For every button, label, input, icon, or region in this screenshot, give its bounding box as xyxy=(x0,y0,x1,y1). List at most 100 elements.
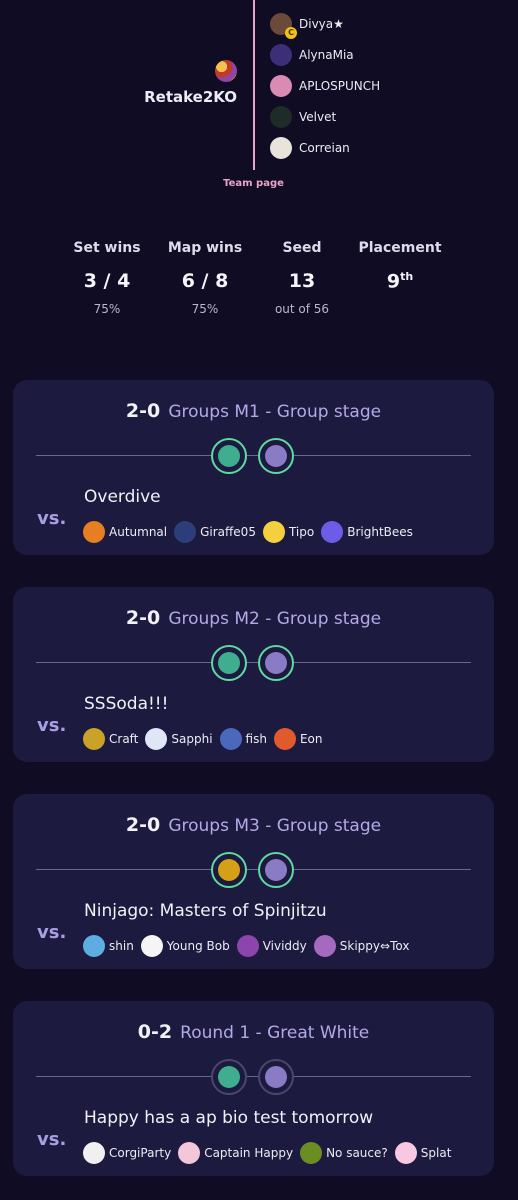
opponent-player[interactable]: Skippy⇔Tox xyxy=(313,935,410,957)
map-result-icon[interactable] xyxy=(258,1059,294,1095)
match-card[interactable]: 2-0 Groups M1 - Group stage vs. Overdive… xyxy=(13,380,494,555)
opponent-roster: CorgiParty Captain Happy No sauce? Splat xyxy=(83,1142,458,1164)
stats-row: Set wins 3 / 4 75% Map wins 6 / 8 75% Se… xyxy=(0,240,518,340)
opponent-player[interactable]: Vividdy xyxy=(236,935,307,957)
avatar xyxy=(300,1142,323,1164)
roster-member[interactable]: APLOSPUNCH xyxy=(270,70,380,101)
map-result-icon[interactable] xyxy=(258,438,294,474)
player-name: Skippy⇔Tox xyxy=(339,939,410,953)
stat-value: 13 xyxy=(288,270,316,292)
map-result-icon[interactable] xyxy=(211,438,247,474)
opponent-player[interactable]: Splat xyxy=(394,1142,452,1164)
player-name: Splat xyxy=(420,1146,452,1160)
avatar xyxy=(219,728,242,750)
opponent-roster: shin Young Bob Vividdy Skippy⇔Tox xyxy=(83,935,416,957)
member-name: Velvet xyxy=(299,109,337,124)
map-icon xyxy=(218,652,240,674)
map-result-icon[interactable] xyxy=(211,852,247,888)
match-round: Round 1 - Great White xyxy=(180,1023,370,1043)
player-name: Craft xyxy=(109,732,139,746)
map-icon xyxy=(265,859,287,881)
player-name: Sapphi xyxy=(171,732,213,746)
avatar xyxy=(145,728,168,750)
match-divider xyxy=(36,869,471,870)
opponent-roster: Craft Sapphi fish Eon xyxy=(83,728,330,750)
map-icon xyxy=(218,445,240,467)
team-name[interactable]: Retake2KO xyxy=(144,88,237,106)
player-name: Giraffe05 xyxy=(200,525,256,539)
opponent-player[interactable]: Captain Happy xyxy=(178,1142,293,1164)
avatar: C xyxy=(270,12,297,39)
avatar xyxy=(174,521,197,543)
match-card[interactable]: 2-0 Groups M3 - Group stage vs. Ninjago:… xyxy=(13,794,494,969)
opponent-name[interactable]: Happy has a ap bio test tomorrow xyxy=(84,1108,373,1128)
map-icon xyxy=(265,652,287,674)
player-name: fish xyxy=(245,732,267,746)
map-result-icon[interactable] xyxy=(258,645,294,681)
opponent-player[interactable]: Tipo xyxy=(262,521,314,543)
roster-member[interactable]: Velvet xyxy=(270,101,380,132)
stat-label: Seed xyxy=(282,240,322,256)
match-header: 2-0 Groups M1 - Group stage xyxy=(13,400,494,422)
player-name: Vividdy xyxy=(262,939,307,953)
opponent-name[interactable]: Ninjago: Masters of Spinjitzu xyxy=(84,901,327,921)
opponent-player[interactable]: Eon xyxy=(273,728,323,750)
avatar xyxy=(262,521,285,543)
match-score: 0-2 xyxy=(137,1021,173,1043)
avatar xyxy=(321,521,344,543)
avatar xyxy=(270,74,292,97)
opponent-player[interactable]: Sapphi xyxy=(145,728,213,750)
avatar xyxy=(270,136,292,159)
match-header: 2-0 Groups M2 - Group stage xyxy=(13,607,494,629)
opponent-player[interactable]: shin xyxy=(83,935,134,957)
player-name: Young Bob xyxy=(166,939,230,953)
vs-label: vs. xyxy=(37,922,67,943)
match-card[interactable]: 0-2 Round 1 - Great White vs. Happy has … xyxy=(13,1001,494,1176)
player-name: Eon xyxy=(299,732,323,746)
stat-sub: 75% xyxy=(93,302,121,316)
player-name: No sauce? xyxy=(326,1146,388,1160)
opponent-name[interactable]: SSSoda!!! xyxy=(84,694,168,714)
stat-placement: Placement 9th xyxy=(350,240,450,292)
avatar xyxy=(394,1142,417,1164)
avatar xyxy=(313,935,336,957)
roster-member[interactable]: C Divya★ xyxy=(270,8,380,39)
match-card[interactable]: 2-0 Groups M2 - Group stage vs. SSSoda!!… xyxy=(13,587,494,762)
vs-label: vs. xyxy=(37,508,67,529)
avatar xyxy=(273,728,296,750)
member-name: Correian xyxy=(299,140,350,155)
opponent-player[interactable]: CorgiParty xyxy=(83,1142,171,1164)
member-name: APLOSPUNCH xyxy=(299,78,381,93)
match-divider xyxy=(36,455,471,456)
team-roster: C Divya★ AlynaMia APLOSPUNCH Velvet Corr… xyxy=(270,8,380,163)
member-name: AlynaMia xyxy=(299,47,354,62)
opponent-player[interactable]: Craft xyxy=(83,728,138,750)
opponent-player[interactable]: No sauce? xyxy=(300,1142,388,1164)
placement-number: 9 xyxy=(386,270,401,293)
match-header: 0-2 Round 1 - Great White xyxy=(13,1021,494,1043)
match-round: Groups M1 - Group stage xyxy=(168,402,382,422)
map-icon xyxy=(265,445,287,467)
roster-member[interactable]: Correian xyxy=(270,132,380,163)
opponent-player[interactable]: BrightBees xyxy=(321,521,413,543)
stat-sub: out of 56 xyxy=(274,302,330,316)
team-page-link[interactable]: Team page xyxy=(0,178,507,189)
roster-member[interactable]: AlynaMia xyxy=(270,39,380,70)
map-result-icon[interactable] xyxy=(211,645,247,681)
avatar xyxy=(83,935,105,957)
match-score: 2-0 xyxy=(125,814,161,836)
map-result-icon[interactable] xyxy=(211,1059,247,1095)
opponent-name[interactable]: Overdive xyxy=(84,487,161,507)
opponent-player[interactable]: Autumnal xyxy=(83,521,167,543)
stat-value: 6 / 8 xyxy=(181,270,229,292)
vs-label: vs. xyxy=(37,1129,67,1150)
vs-label: vs. xyxy=(37,715,67,736)
match-round: Groups M3 - Group stage xyxy=(168,816,382,836)
map-result-icon[interactable] xyxy=(258,852,294,888)
stat-set-wins: Set wins 3 / 4 75% xyxy=(62,240,152,316)
opponent-player[interactable]: fish xyxy=(219,728,267,750)
stat-seed: Seed 13 out of 56 xyxy=(257,240,347,316)
opponent-player[interactable]: Giraffe05 xyxy=(174,521,256,543)
team-header: Retake2KO C Divya★ AlynaMia APLOSPUNCH V… xyxy=(0,0,518,200)
opponent-player[interactable]: Young Bob xyxy=(140,935,230,957)
